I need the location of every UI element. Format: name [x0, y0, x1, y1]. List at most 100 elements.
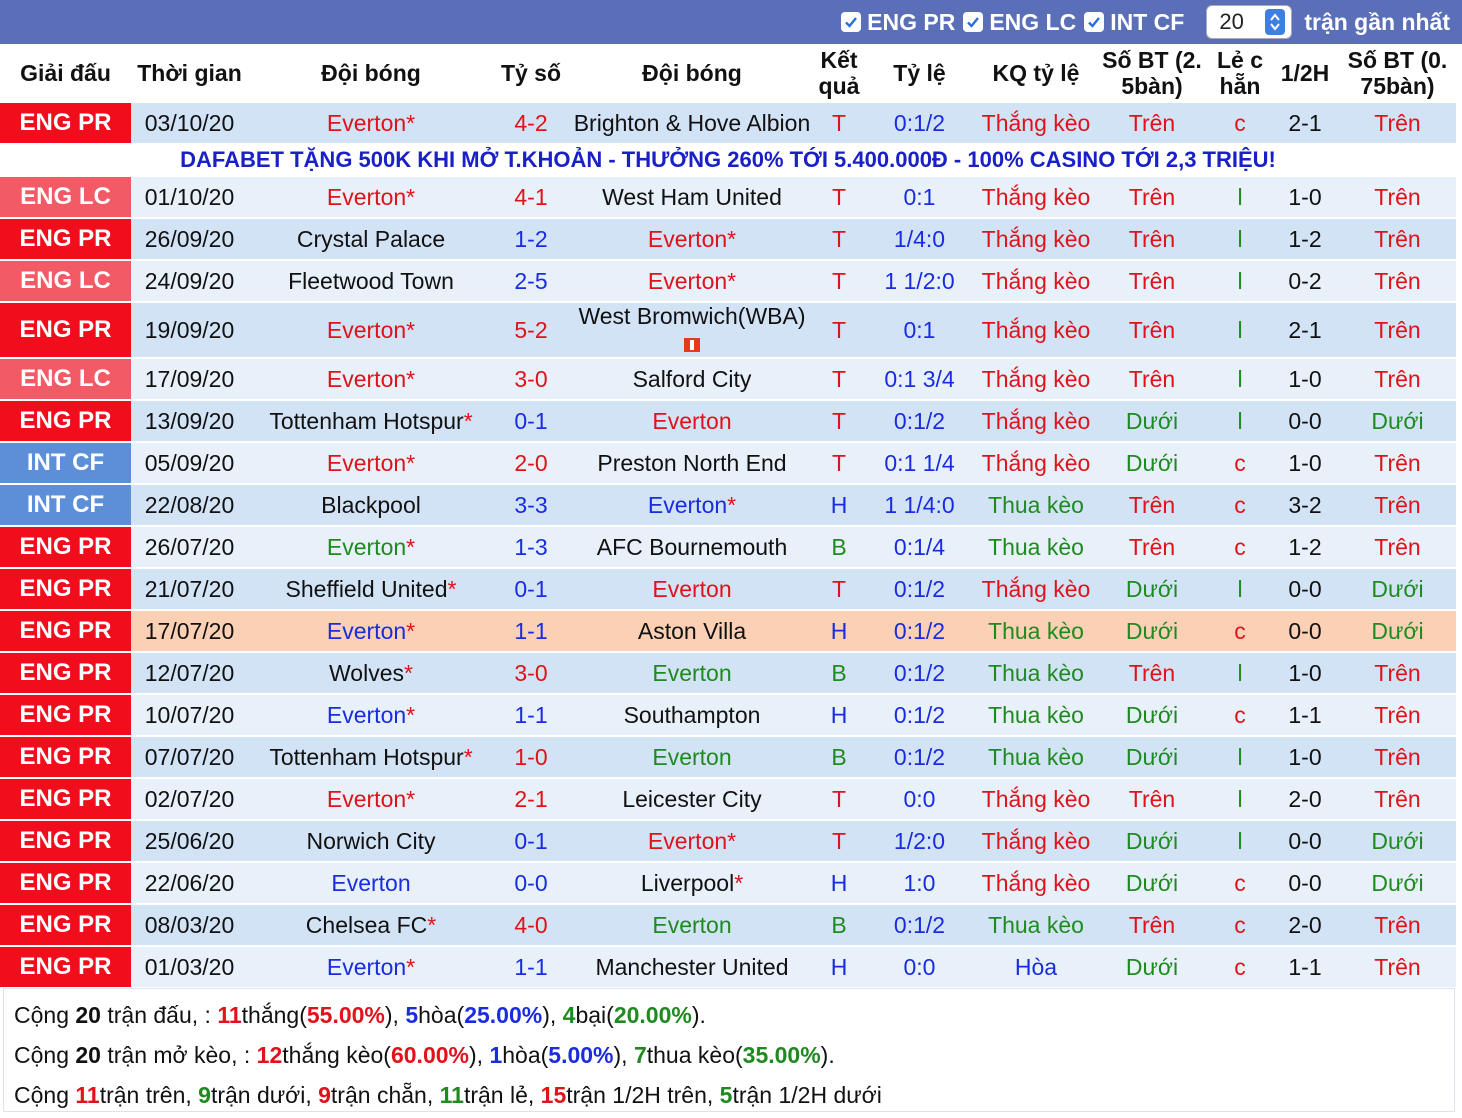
- score-cell[interactable]: 0-1: [494, 400, 568, 443]
- away-team-cell[interactable]: West Ham United: [568, 176, 816, 219]
- table-row[interactable]: ENG PR 02/07/20 Everton* 2-1 Leicester City T…: [0, 778, 1456, 821]
- league-cell[interactable]: ENG PR: [0, 610, 131, 653]
- away-team-cell[interactable]: Preston North End: [568, 442, 816, 485]
- table-row[interactable]: ENG PR 25/06/20 Norwich City 0-1 Everton* T 1/…: [0, 820, 1456, 863]
- score-cell[interactable]: 1-1: [494, 610, 568, 653]
- score-cell[interactable]: 0-0: [494, 862, 568, 905]
- table-row[interactable]: ENG PR 01/03/20 Everton* 1-1 Manchester Unit…: [0, 946, 1456, 989]
- home-team-cell[interactable]: Everton*: [248, 102, 494, 145]
- home-team-cell[interactable]: Everton*: [248, 946, 494, 989]
- home-team-cell[interactable]: Everton*: [248, 358, 494, 401]
- away-team-cell[interactable]: Everton*: [568, 260, 816, 303]
- score-cell[interactable]: 0-1: [494, 820, 568, 863]
- league-cell[interactable]: INT CF: [0, 484, 131, 527]
- score-cell[interactable]: 4-0: [494, 904, 568, 947]
- away-team-cell[interactable]: Everton: [568, 904, 816, 947]
- league-cell[interactable]: ENG PR: [0, 400, 131, 443]
- league-cell[interactable]: ENG PR: [0, 526, 131, 569]
- table-row[interactable]: INT CF 22/08/20 Blackpool 3-3 Everton* H 1 1/4…: [0, 484, 1456, 527]
- score-cell[interactable]: 2-5: [494, 260, 568, 303]
- home-team-cell[interactable]: Sheffield United*: [248, 568, 494, 611]
- away-team-cell[interactable]: Southampton: [568, 694, 816, 737]
- score-cell[interactable]: 2-0: [494, 442, 568, 485]
- promo-banner[interactable]: DAFABET TẶNG 500K KHI MỞ T.KHOẢN - THƯỞN…: [0, 144, 1456, 177]
- score-cell[interactable]: 1-2: [494, 218, 568, 261]
- table-row[interactable]: ENG PR 17/07/20 Everton* 1-1 Aston Villa H 0:1…: [0, 610, 1456, 653]
- home-team-cell[interactable]: Crystal Palace: [248, 218, 494, 261]
- league-cell[interactable]: ENG PR: [0, 904, 131, 947]
- away-team-cell[interactable]: Brighton & Hove Albion: [568, 102, 816, 145]
- score-cell[interactable]: 4-1: [494, 176, 568, 219]
- league-cell[interactable]: ENG LC: [0, 176, 131, 219]
- table-row[interactable]: INT CF 05/09/20 Everton* 2-0 Preston North E…: [0, 442, 1456, 485]
- score-cell[interactable]: 2-1: [494, 778, 568, 821]
- away-team-cell[interactable]: Everton*: [568, 218, 816, 261]
- table-row[interactable]: ENG LC 24/09/20 Fleetwood Town 2-5 Everton* T…: [0, 260, 1456, 303]
- home-team-cell[interactable]: Everton*: [248, 302, 494, 359]
- table-row[interactable]: ENG PR 12/07/20 Wolves* 3-0 Everton B 0:1/2 Thu…: [0, 652, 1456, 695]
- home-team-cell[interactable]: Everton: [248, 862, 494, 905]
- league-cell[interactable]: ENG LC: [0, 260, 131, 303]
- table-row[interactable]: ENG PR 13/09/20 Tottenham Hotspur* 0-1 Evert…: [0, 400, 1456, 443]
- home-team-cell[interactable]: Everton*: [248, 694, 494, 737]
- table-row[interactable]: ENG PR 08/03/20 Chelsea FC* 4-0 Everton B 0:1/…: [0, 904, 1456, 947]
- away-team-cell[interactable]: West Bromwich(WBA): [568, 302, 816, 359]
- table-row[interactable]: ENG LC 01/10/20 Everton* 4-1 West Ham United…: [0, 176, 1456, 219]
- home-team-cell[interactable]: Everton*: [248, 778, 494, 821]
- away-team-cell[interactable]: Everton: [568, 568, 816, 611]
- home-team-cell[interactable]: Blackpool: [248, 484, 494, 527]
- score-cell[interactable]: 4-2: [494, 102, 568, 145]
- table-row[interactable]: ENG LC 17/09/20 Everton* 3-0 Salford City T 0:…: [0, 358, 1456, 401]
- league-cell[interactable]: ENG PR: [0, 862, 131, 905]
- filter-eng-pr[interactable]: ENG PR: [841, 9, 955, 36]
- match-count-select[interactable]: 20: [1206, 5, 1293, 39]
- league-cell[interactable]: ENG PR: [0, 102, 131, 145]
- filter-eng-lc[interactable]: ENG LC: [963, 9, 1076, 36]
- score-cell[interactable]: 3-0: [494, 358, 568, 401]
- score-cell[interactable]: 0-1: [494, 568, 568, 611]
- league-cell[interactable]: ENG PR: [0, 946, 131, 989]
- away-team-cell[interactable]: Everton*: [568, 820, 816, 863]
- league-cell[interactable]: ENG PR: [0, 736, 131, 779]
- league-cell[interactable]: ENG PR: [0, 568, 131, 611]
- away-team-cell[interactable]: Everton*: [568, 484, 816, 527]
- home-team-cell[interactable]: Wolves*: [248, 652, 494, 695]
- away-team-cell[interactable]: Aston Villa: [568, 610, 816, 653]
- league-cell[interactable]: ENG LC: [0, 358, 131, 401]
- score-cell[interactable]: 1-3: [494, 526, 568, 569]
- score-cell[interactable]: 5-2: [494, 302, 568, 359]
- away-team-cell[interactable]: Manchester United: [568, 946, 816, 989]
- table-row[interactable]: ENG PR 03/10/20 Everton* 4-2 Brighton & Hove…: [0, 102, 1456, 145]
- table-row[interactable]: ENG PR 26/07/20 Everton* 1-3 AFC Bournemouth…: [0, 526, 1456, 569]
- checkbox-checked-icon[interactable]: [1084, 12, 1105, 32]
- table-row[interactable]: ENG PR 22/06/20 Everton 0-0 Liverpool* H 1:0 Th…: [0, 862, 1456, 905]
- away-team-cell[interactable]: Liverpool*: [568, 862, 816, 905]
- home-team-cell[interactable]: Everton*: [248, 610, 494, 653]
- score-cell[interactable]: 1-1: [494, 694, 568, 737]
- away-team-cell[interactable]: Everton: [568, 400, 816, 443]
- score-cell[interactable]: 1-0: [494, 736, 568, 779]
- checkbox-checked-icon[interactable]: [841, 12, 862, 32]
- table-row[interactable]: ENG PR 10/07/20 Everton* 1-1 Southampton H 0:1…: [0, 694, 1456, 737]
- away-team-cell[interactable]: Salford City: [568, 358, 816, 401]
- league-cell[interactable]: ENG PR: [0, 778, 131, 821]
- league-cell[interactable]: ENG PR: [0, 652, 131, 695]
- checkbox-checked-icon[interactable]: [963, 12, 984, 32]
- table-row[interactable]: ENG PR 19/09/20 Everton* 5-2 West Bromwich(W…: [0, 302, 1456, 359]
- away-team-cell[interactable]: Everton: [568, 652, 816, 695]
- home-team-cell[interactable]: Everton*: [248, 442, 494, 485]
- league-cell[interactable]: INT CF: [0, 442, 131, 485]
- table-row[interactable]: ENG PR 07/07/20 Tottenham Hotspur* 1-0 Evert…: [0, 736, 1456, 779]
- promo-link[interactable]: DAFABET TẶNG 500K KHI MỞ T.KHOẢN - THƯỞN…: [0, 144, 1456, 177]
- league-cell[interactable]: ENG PR: [0, 302, 131, 359]
- filter-int-cf[interactable]: INT CF: [1084, 9, 1184, 36]
- home-team-cell[interactable]: Everton*: [248, 176, 494, 219]
- home-team-cell[interactable]: Chelsea FC*: [248, 904, 494, 947]
- away-team-cell[interactable]: Leicester City: [568, 778, 816, 821]
- score-cell[interactable]: 3-3: [494, 484, 568, 527]
- home-team-cell[interactable]: Norwich City: [248, 820, 494, 863]
- score-cell[interactable]: 3-0: [494, 652, 568, 695]
- home-team-cell[interactable]: Fleetwood Town: [248, 260, 494, 303]
- home-team-cell[interactable]: Tottenham Hotspur*: [248, 736, 494, 779]
- table-row[interactable]: ENG PR 26/09/20 Crystal Palace 1-2 Everton* T…: [0, 218, 1456, 261]
